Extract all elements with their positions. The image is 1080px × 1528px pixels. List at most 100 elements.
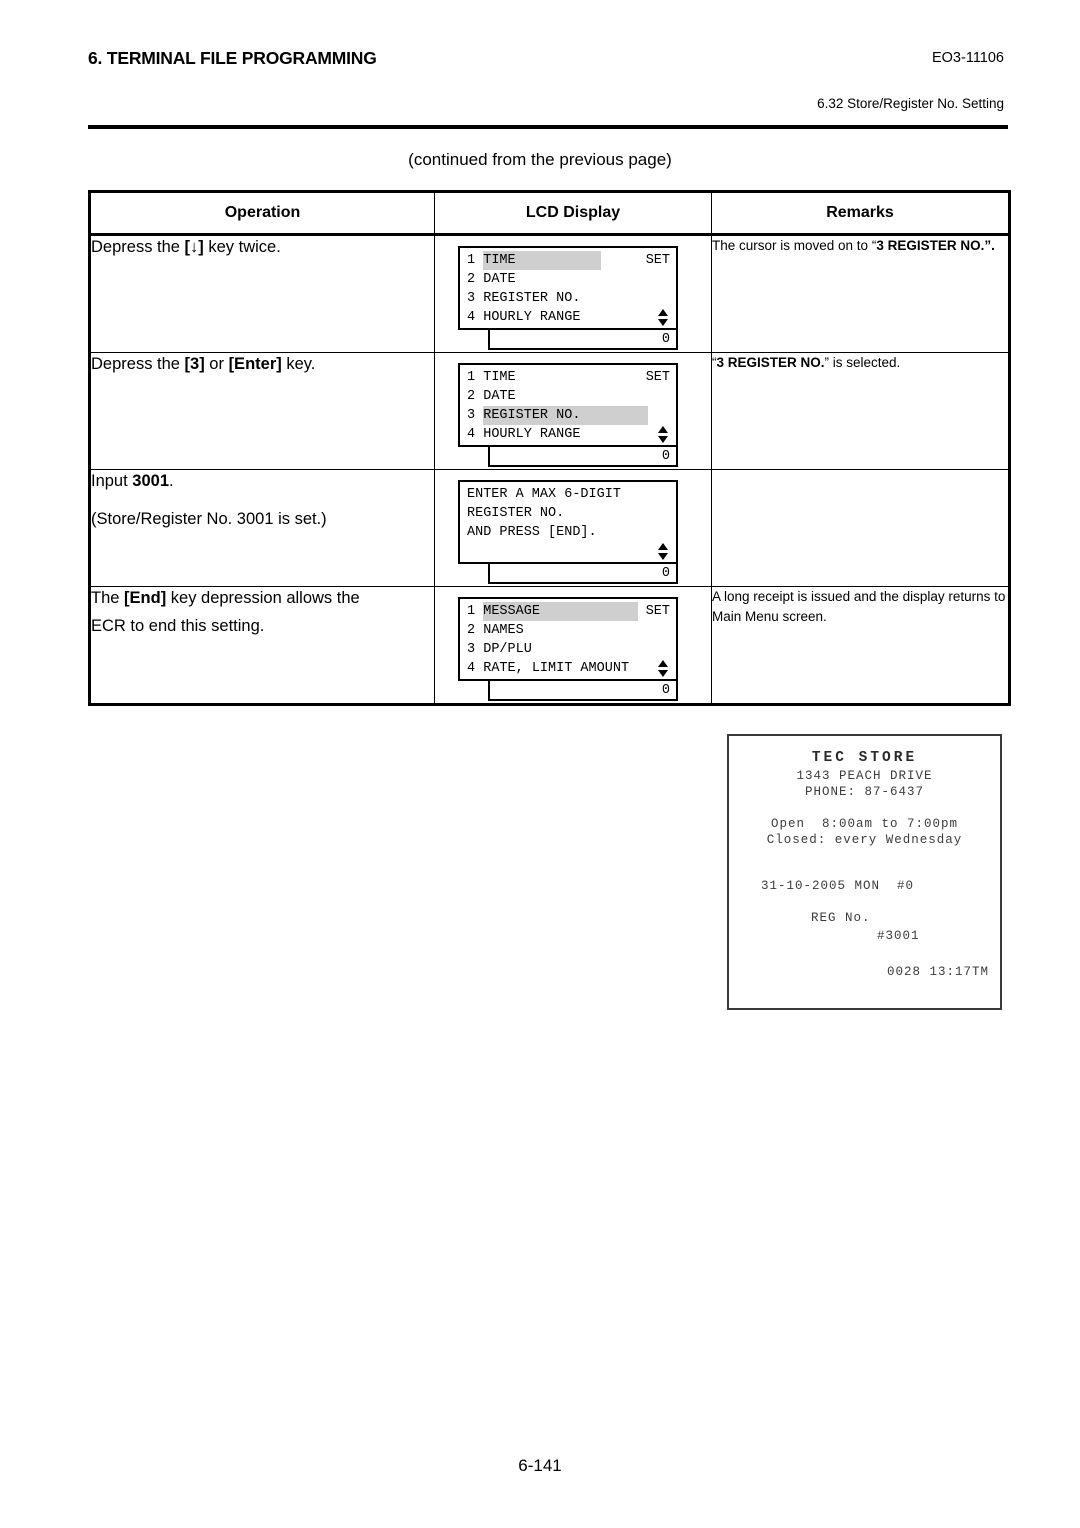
operation-middle: or xyxy=(204,355,229,373)
lcd-widget: 1 TIME SET 2 DATE 3 REGISTER NO. 4 HOURLY… xyxy=(458,363,678,467)
arrow-up-icon xyxy=(658,543,668,550)
lcd-item-label: REGISTER NO. xyxy=(483,291,581,306)
lcd-item-index: 3 xyxy=(467,408,476,423)
table-row: The [End] key depression allows the ECR … xyxy=(88,586,1011,706)
operation-text: The [End] key depression allows the xyxy=(91,587,434,611)
lcd-item-label: REGISTER NO. xyxy=(483,406,649,425)
operation-prefix: The xyxy=(91,589,125,607)
continued-from-previous-page-note: (continued from the previous page) xyxy=(408,150,672,169)
lcd-screen: 1 TIME SET 2 DATE 3 REGISTER NO. 4 HOURLY… xyxy=(458,363,678,447)
lcd-screen: 1 TIME SET 2 DATE 3 REGISTER NO. 4 HOURLY… xyxy=(458,246,678,330)
lcd-item-label: HOURLY RANGE xyxy=(483,310,581,325)
operation-procedure-table: Operation LCD Display Remarks Depress th… xyxy=(88,190,1011,706)
operation-cell: The [End] key depression allows the ECR … xyxy=(88,586,435,706)
lcd-display-cell: 1 TIME SET 2 DATE 3 REGISTER NO. 4 HOURLY… xyxy=(434,234,712,353)
arrow-up-icon xyxy=(658,426,668,433)
key-label-3: [3] xyxy=(184,355,205,373)
lcd-item-index: 2 xyxy=(467,272,476,287)
table-row: Depress the [3] or [Enter] key. 1 TIME SE… xyxy=(88,352,1011,470)
operation-note: ECR to end this setting. xyxy=(91,616,265,635)
lcd-menu-item[interactable]: 2 NAMES xyxy=(460,621,676,640)
lcd-item-index: 3 xyxy=(467,291,476,306)
lcd-widget: ENTER A MAX 6-DIGIT REGISTER NO. AND PRE… xyxy=(458,480,678,584)
lcd-menu-item[interactable]: 1 TIME SET xyxy=(460,251,676,270)
operation-cell: Depress the [↓] key twice. xyxy=(88,234,435,353)
remarks-cell: The cursor is moved on to “3 REGISTER NO… xyxy=(711,234,1011,353)
lcd-item-label: DP/PLU xyxy=(483,642,532,657)
receipt-footer-line: 0028 13:17TM xyxy=(887,965,990,979)
operation-text: Depress the [3] or [Enter] key. xyxy=(91,353,434,377)
table-row: Depress the [↓] key twice. 1 TIME SET 2 D… xyxy=(88,234,1011,353)
lcd-menu-item[interactable]: 3 DP/PLU xyxy=(460,640,676,659)
lcd-item-index: 4 xyxy=(467,427,476,442)
scroll-up-down-arrows-icon[interactable] xyxy=(658,309,669,326)
operation-note: (Store/Register No. 3001 is set.) xyxy=(91,509,327,528)
remarks-text-part2: ”. xyxy=(984,238,995,253)
lcd-prompt-line: REGISTER NO. xyxy=(467,506,565,521)
lcd-screen: 1 MESSAGE SET 2 NAMES 3 DP/PLU 4 RATE, LI… xyxy=(458,597,678,681)
document-title: 6. TERMINAL FILE PROGRAMMING xyxy=(88,48,377,68)
remarks-text-part1: The cursor is moved on to “ xyxy=(712,238,877,253)
lcd-prompt-line: ENTER A MAX 6-DIGIT xyxy=(467,487,621,502)
remarks-cell xyxy=(711,469,1011,587)
input-value-3001: 3001 xyxy=(132,472,170,490)
page-number: 6-141 xyxy=(518,1456,562,1475)
lcd-item-index: 2 xyxy=(467,389,476,404)
lcd-menu-item[interactable]: 1 MESSAGE SET xyxy=(460,602,676,621)
remarks-text-bold: 3 REGISTER NO. xyxy=(716,355,825,370)
lcd-item-index: 2 xyxy=(467,623,476,638)
table-header-row: Operation LCD Display Remarks xyxy=(88,190,1011,236)
key-label-down-arrow: [↓] xyxy=(184,238,204,256)
lcd-item-index: 4 xyxy=(467,310,476,325)
receipt-reg-number: #3001 xyxy=(877,929,920,943)
operation-prefix: Input xyxy=(91,472,133,490)
lcd-menu-list: 1 MESSAGE SET 2 NAMES 3 DP/PLU 4 RATE, LI… xyxy=(460,599,676,678)
remarks-text-bold: 3 REGISTER NO. xyxy=(876,238,985,253)
lcd-display-cell: ENTER A MAX 6-DIGIT REGISTER NO. AND PRE… xyxy=(434,469,712,587)
lcd-screen: ENTER A MAX 6-DIGIT REGISTER NO. AND PRE… xyxy=(458,480,678,564)
lcd-menu-item[interactable]: 4 HOURLY RANGE xyxy=(460,425,676,444)
scroll-up-down-arrows-icon[interactable] xyxy=(658,660,669,677)
receipt-store-name: TEC STORE xyxy=(811,750,918,766)
arrow-down-icon xyxy=(658,436,668,443)
section-reference: 6.32 Store/Register No. Setting xyxy=(817,96,1004,111)
document-code: EO3-11106 xyxy=(931,50,1004,66)
lcd-item-index: 1 xyxy=(467,253,476,268)
operation-suffix: key twice. xyxy=(203,238,281,256)
operation-prefix: Depress the xyxy=(91,355,185,373)
lcd-menu-item[interactable]: 4 HOURLY RANGE xyxy=(460,308,676,327)
lcd-value-field: 0 xyxy=(488,681,678,701)
header-divider-rule xyxy=(88,125,1008,129)
arrow-down-icon xyxy=(658,319,668,326)
lcd-set-label: SET xyxy=(645,253,670,268)
lcd-menu-item[interactable]: 2 DATE xyxy=(460,270,676,289)
operation-text: Input 3001. xyxy=(91,470,434,494)
lcd-item-label: NAMES xyxy=(483,623,524,638)
operation-suffix: key. xyxy=(281,355,316,373)
lcd-menu-list: 1 TIME SET 2 DATE 3 REGISTER NO. 4 HOURLY… xyxy=(460,248,676,327)
operation-suffix: key depression allows the xyxy=(166,589,360,607)
column-header-remarks: Remarks xyxy=(711,190,1011,236)
operation-cell: Input 3001. (Store/Register No. 3001 is … xyxy=(88,469,435,587)
table-row: Input 3001. (Store/Register No. 3001 is … xyxy=(88,469,1011,587)
lcd-prompt-line: AND PRESS [END]. xyxy=(467,525,597,540)
scroll-up-down-arrows-icon[interactable] xyxy=(658,543,669,560)
lcd-item-label: MESSAGE xyxy=(483,602,639,621)
lcd-menu-item[interactable]: 2 DATE xyxy=(460,387,676,406)
lcd-menu-list: 1 TIME SET 2 DATE 3 REGISTER NO. 4 HOURLY… xyxy=(460,365,676,444)
lcd-item-label: DATE xyxy=(483,272,516,287)
lcd-item-label: TIME xyxy=(483,370,516,385)
lcd-menu-item[interactable]: 3 REGISTER NO. xyxy=(460,289,676,308)
lcd-menu-item[interactable]: 3 REGISTER NO. xyxy=(460,406,676,425)
lcd-item-index: 1 xyxy=(467,604,476,619)
lcd-menu-item[interactable]: 1 TIME SET xyxy=(460,368,676,387)
page-header: 6. TERMINAL FILE PROGRAMMING EO3-11106 6… xyxy=(88,48,1004,128)
lcd-item-label: RATE, LIMIT AMOUNT xyxy=(483,661,630,676)
lcd-menu-item[interactable]: 4 RATE, LIMIT AMOUNT xyxy=(460,659,676,678)
receipt-hours-open: Open 8:00am to 7:00pm xyxy=(770,817,959,831)
lcd-item-label: HOURLY RANGE xyxy=(483,427,581,442)
operation-text: Depress the [↓] key twice. xyxy=(91,236,434,260)
lcd-prompt-text: ENTER A MAX 6-DIGIT REGISTER NO. AND PRE… xyxy=(460,482,676,542)
key-label-end: [End] xyxy=(124,589,167,607)
scroll-up-down-arrows-icon[interactable] xyxy=(658,426,669,443)
